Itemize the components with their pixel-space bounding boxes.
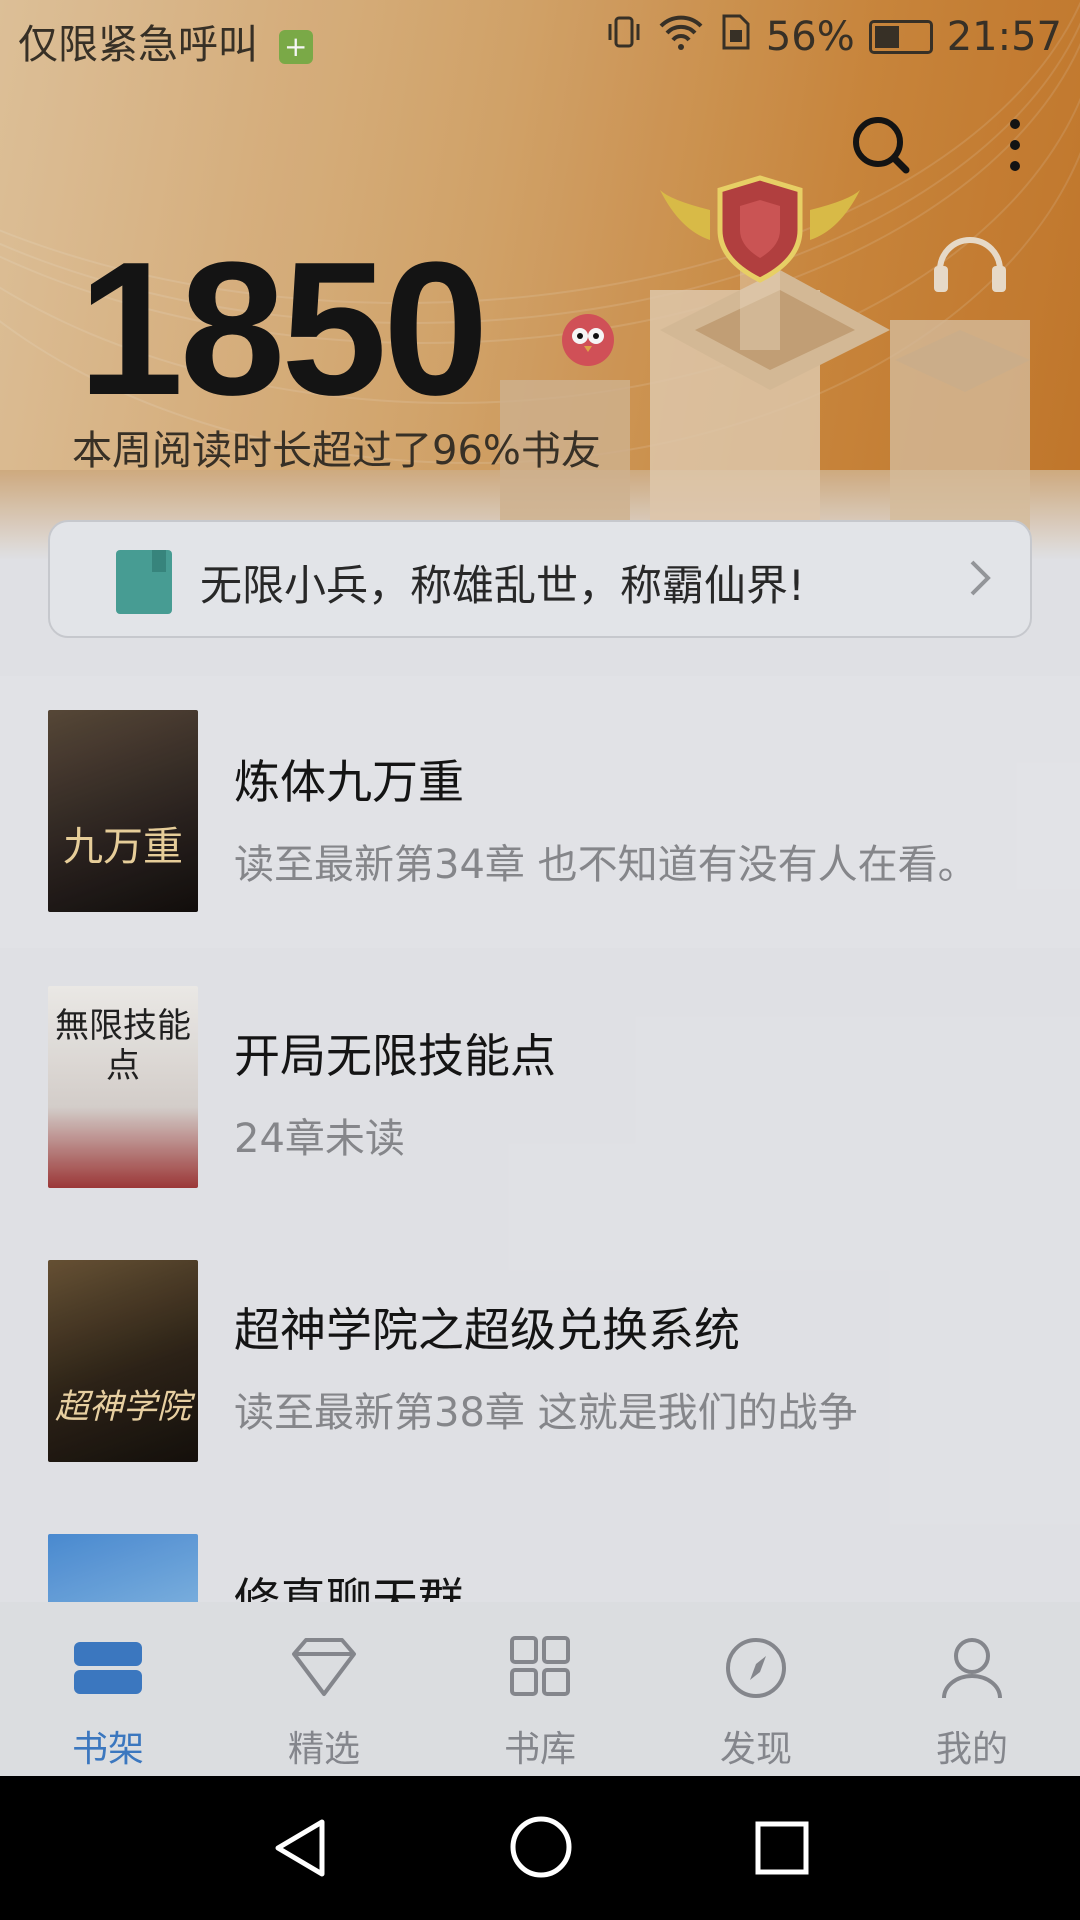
search-icon[interactable] — [850, 114, 914, 182]
tab-discover[interactable]: 发现 — [648, 1602, 864, 1776]
book-title: 超神学院之超级兑换系统 — [234, 1303, 740, 1357]
book-cover: 超神学院 — [48, 1260, 198, 1462]
system-navigation-bar — [0, 1776, 1080, 1920]
back-icon[interactable] — [270, 1816, 330, 1884]
status-bar: 仅限紧急呼叫 + 56% 21:57 — [0, 0, 1080, 76]
reading-score: 1850 — [78, 223, 489, 435]
book-progress: 读至最新第34章 也不知道有没有人在看。 — [234, 842, 978, 888]
battery-icon — [868, 20, 933, 54]
book-cover: 九万重 — [48, 710, 198, 912]
tab-label: 书架 — [71, 1729, 144, 1770]
user-icon — [936, 1636, 1008, 1704]
compass-icon — [720, 1636, 792, 1704]
tab-featured[interactable]: 精选 — [216, 1602, 432, 1776]
recent-apps-icon[interactable] — [752, 1818, 812, 1882]
mascot-bird-icon — [560, 310, 620, 374]
battery-percent: 56% — [765, 14, 855, 60]
cover-title: 九万重 — [63, 824, 183, 870]
book-cover — [48, 1534, 198, 1602]
more-options-icon[interactable] — [1000, 116, 1030, 180]
book-title: 修真聊天群 — [234, 1573, 464, 1602]
bottom-tab-bar: 书架 精选 书库 发现 我的 — [0, 1602, 1080, 1776]
book-list-item[interactable]: 九万重 炼体九万重 读至最新第34章 也不知道有没有人在看。 — [0, 676, 1080, 948]
book-cover: 無限技能点 — [48, 986, 198, 1188]
grid-icon — [504, 1636, 576, 1704]
chevron-right-icon — [968, 558, 992, 602]
tab-label: 我的 — [935, 1729, 1008, 1770]
carrier-text: 仅限紧急呼叫 — [18, 22, 258, 68]
sim-card-icon — [718, 12, 752, 62]
wifi-icon — [658, 12, 704, 62]
book-title: 开局无限技能点 — [234, 1029, 556, 1083]
home-icon[interactable] — [508, 1814, 574, 1884]
app-notification-icon: + — [278, 30, 313, 64]
tab-label: 精选 — [287, 1729, 360, 1770]
diamond-icon — [288, 1636, 360, 1704]
book-progress: 24章未读 — [234, 1116, 405, 1162]
book-icon — [116, 550, 172, 614]
bookshelf-icon — [72, 1636, 144, 1704]
tab-label: 发现 — [719, 1729, 792, 1770]
vibrate-icon — [604, 12, 644, 62]
book-list-item[interactable]: 修真聊天群 — [0, 1498, 1080, 1602]
tab-label: 书库 — [503, 1729, 576, 1770]
tab-bookshelf[interactable]: 书架 — [0, 1602, 216, 1776]
cover-title: 超神学院 — [55, 1387, 191, 1427]
tab-profile[interactable]: 我的 — [864, 1602, 1080, 1776]
cover-title: 無限技能点 — [55, 1006, 191, 1086]
clock: 21:57 — [946, 14, 1062, 60]
reading-subtitle: 本周阅读时长超过了96%书友 — [72, 428, 601, 474]
announcement-banner[interactable]: 无限小兵，称雄乱世，称霸仙界! — [48, 520, 1032, 638]
book-progress: 读至最新第38章 这就是我们的战争 — [234, 1390, 858, 1436]
book-list-item[interactable]: 無限技能点 开局无限技能点 24章未读 — [0, 950, 1080, 1222]
announcement-text: 无限小兵，称雄乱世，称霸仙界! — [200, 561, 805, 610]
book-list-item[interactable]: 超神学院 超神学院之超级兑换系统 读至最新第38章 这就是我们的战争 — [0, 1224, 1080, 1496]
book-title: 炼体九万重 — [234, 755, 464, 809]
tab-library[interactable]: 书库 — [432, 1602, 648, 1776]
